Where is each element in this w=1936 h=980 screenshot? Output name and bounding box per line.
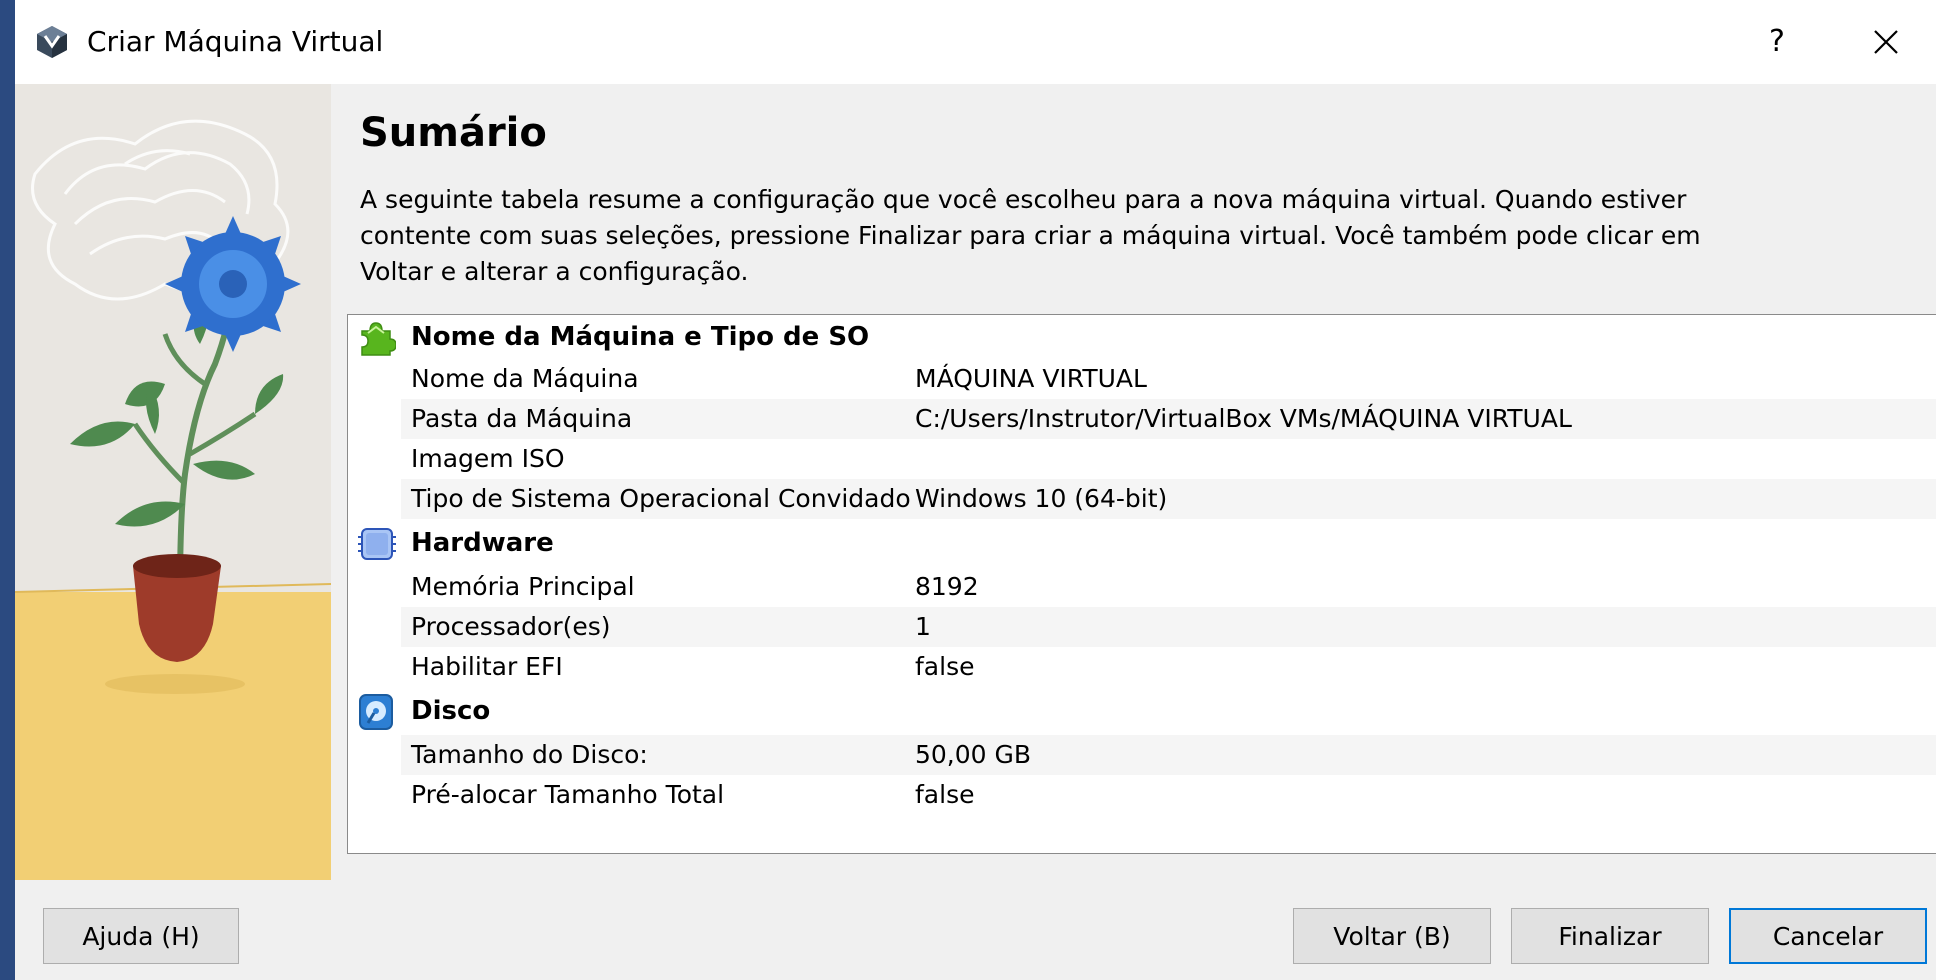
table-row: Tamanho do Disco: 50,00 GB: [348, 735, 1936, 775]
row-label: Processador(es): [411, 612, 611, 641]
cancel-button[interactable]: Cancelar: [1729, 908, 1927, 964]
table-row: Imagem ISO: [348, 439, 1936, 479]
summary-table[interactable]: Nome da Máquina e Tipo de SO Nome da Máq…: [347, 314, 1936, 854]
table-row: Nome da Máquina MÁQUINA VIRTUAL: [348, 359, 1936, 399]
virtualbox-icon: [37, 26, 67, 58]
row-label: Nome da Máquina: [411, 364, 639, 393]
section-title: Disco: [411, 696, 491, 726]
section-name-os: Nome da Máquina e Tipo de SO: [348, 315, 1936, 359]
table-row: Pasta da Máquina C:/Users/Instrutor/Virt…: [348, 399, 1936, 439]
row-value: 50,00 GB: [915, 740, 1032, 769]
row-label: Pasta da Máquina: [411, 404, 633, 433]
section-title: Hardware: [411, 528, 554, 558]
row-label: Habilitar EFI: [411, 652, 563, 681]
wizard-illustration: [15, 84, 331, 880]
summary-page: Sumário A seguinte tabela resume a confi…: [345, 84, 1936, 880]
row-label: Memória Principal: [411, 572, 635, 601]
window-title: Criar Máquina Virtual: [87, 25, 384, 58]
row-label: Imagem ISO: [411, 444, 565, 473]
row-value: 8192: [915, 572, 979, 601]
back-button[interactable]: Voltar (B): [1293, 908, 1491, 964]
help-button[interactable]: Ajuda (H): [43, 908, 239, 964]
table-row: Memória Principal 8192: [348, 567, 1936, 607]
section-hardware: Hardware: [348, 521, 1936, 565]
row-label: Tipo de Sistema Operacional Convidado: [411, 484, 911, 513]
finish-button[interactable]: Finalizar: [1511, 908, 1709, 964]
row-label: Tamanho do Disco:: [411, 740, 648, 769]
section-disk: Disco: [348, 689, 1936, 733]
page-heading: Sumário: [360, 110, 547, 156]
help-title-button[interactable]: ?: [1742, 18, 1812, 66]
row-label: Pré-alocar Tamanho Total: [411, 780, 725, 809]
section-title: Nome da Máquina e Tipo de SO: [411, 322, 870, 352]
row-value: false: [915, 652, 975, 681]
table-row: Habilitar EFI false: [348, 647, 1936, 687]
table-row: Pré-alocar Tamanho Total false: [348, 775, 1936, 815]
table-row: Tipo de Sistema Operacional Convidado Wi…: [348, 479, 1936, 519]
row-value: C:/Users/Instrutor/VirtualBox VMs/MÁQUIN…: [915, 404, 1572, 433]
table-row: Processador(es) 1: [348, 607, 1936, 647]
close-icon[interactable]: [1858, 16, 1914, 68]
page-description: A seguinte tabela resume a configuração …: [360, 185, 1701, 286]
row-value: false: [915, 780, 975, 809]
chip-icon: [358, 528, 396, 560]
disk-icon: [359, 694, 393, 730]
row-value: MÁQUINA VIRTUAL: [915, 364, 1147, 393]
row-value: Windows 10 (64-bit): [915, 484, 1168, 513]
os-puzzle-icon: [361, 322, 396, 356]
create-vm-dialog: Criar Máquina Virtual ? Sumário A seguin…: [15, 0, 1936, 980]
row-value: 1: [915, 612, 931, 641]
title-bar: Criar Máquina Virtual ?: [15, 0, 1936, 84]
